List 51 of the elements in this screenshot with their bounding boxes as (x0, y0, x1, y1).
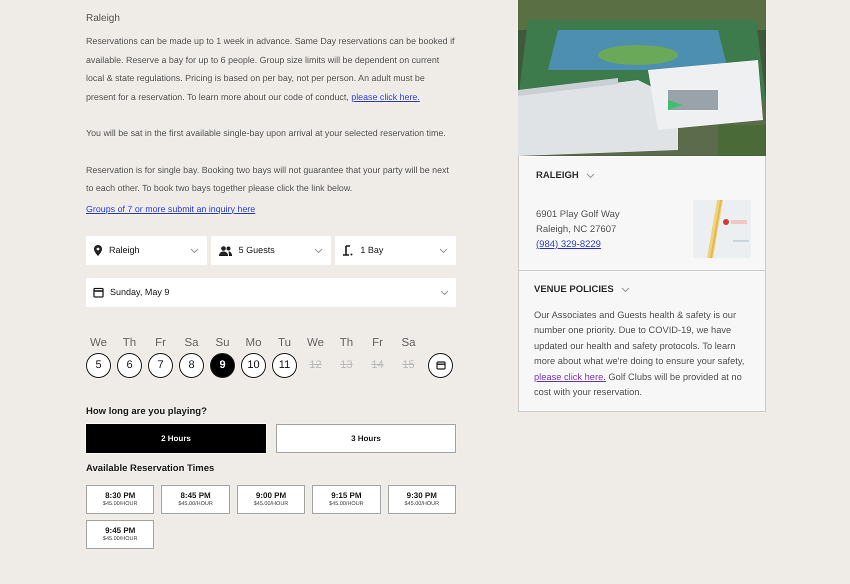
weekday-label: Sa (184, 336, 199, 350)
date-select[interactable]: Sunday, May 9 (86, 278, 456, 307)
location-select[interactable]: Raleigh (86, 236, 207, 265)
section-heading: Available Reservation Times (86, 462, 216, 476)
weekday-label: Fr (155, 336, 166, 350)
weekday-label: Th (122, 336, 136, 350)
section-heading: How long are you playing? (86, 405, 208, 419)
weekday-label: Sa (401, 336, 416, 350)
location-label: Raleigh (86, 12, 121, 26)
paragraph: Reservation is for single bay. Booking two bays will not guarantee that your party will be next to each other. To book two bays together please click the link below. (86, 164, 450, 195)
date-button[interactable]: 8 (179, 353, 204, 378)
duration-button[interactable]: 2 Hours (86, 424, 266, 453)
bays-select[interactable]: 1 Bay (335, 236, 456, 265)
paragraph: Reservations can be made up to 1 week in advance. Same Day reservations can be booked if available. Reserve a bay for up to 6 people. Group size limits will be dependent on current local & state regulations. Pricing is based on per bay, not per person. An adult must be present for a reservation. To learn more about our code of conduct, please click here. (86, 35, 456, 104)
chevron-down-icon (586, 173, 595, 180)
date-button[interactable]: 7 (148, 353, 173, 378)
address-line: Raleigh, NC 27607 (536, 222, 618, 237)
date-button[interactable]: 9 (210, 353, 235, 378)
weekday-label: We (90, 336, 108, 350)
date-button[interactable]: 5 (86, 353, 111, 378)
weekday-label: Su (215, 336, 230, 350)
date-button[interactable]: 11 (272, 353, 297, 378)
calendar-icon (436, 361, 446, 370)
date-button[interactable]: 6 (117, 353, 142, 378)
guests-select[interactable]: 5 Guests (210, 236, 332, 265)
date-button[interactable]: 10 (241, 353, 266, 378)
inquiry-link[interactable]: Groups of 7 or more submit an inquiry here (86, 200, 256, 218)
duration-button[interactable]: 3 Hours (276, 424, 456, 453)
chevron-down-icon (620, 287, 630, 294)
calendar-button[interactable] (428, 353, 453, 378)
paragraph: You will be sat in the first available single-bay upon arrival at your selected reservation time. (86, 127, 447, 140)
people-icon (218, 246, 232, 256)
section-toggle[interactable]: RALEIGH (536, 169, 595, 184)
link[interactable]: please click here. (351, 92, 420, 102)
link[interactable]: please click here. (534, 372, 606, 382)
policy-paragraph: Our Associates and Guests health & safety is our number one priority. Due to COVID-19, we have updated our health and safety protocols. To learn more about what we're doing to ensure your safety, please click here. Golf Clubs will be provided at no cost with your reservation. (534, 308, 746, 399)
chevron-down-icon (439, 248, 448, 254)
weekday-label: Tu (278, 336, 291, 350)
location-pin-icon (94, 245, 102, 256)
weekday-label: Fr (372, 336, 383, 350)
chevron-down-icon (190, 248, 199, 254)
chevron-down-icon (440, 290, 449, 296)
weekday-label: Th (340, 336, 354, 350)
phone-link[interactable]: (984) 329-8229 (536, 236, 601, 252)
section-toggle[interactable]: VENUE POLICIES (534, 283, 630, 298)
calendar-icon (93, 287, 104, 298)
weekday-label: We (306, 336, 324, 350)
address-line: 6901 Play Golf Way (536, 208, 620, 222)
golf-flag-icon (343, 245, 354, 256)
chevron-down-icon (314, 248, 324, 254)
weekday-label: Mo (246, 336, 262, 350)
